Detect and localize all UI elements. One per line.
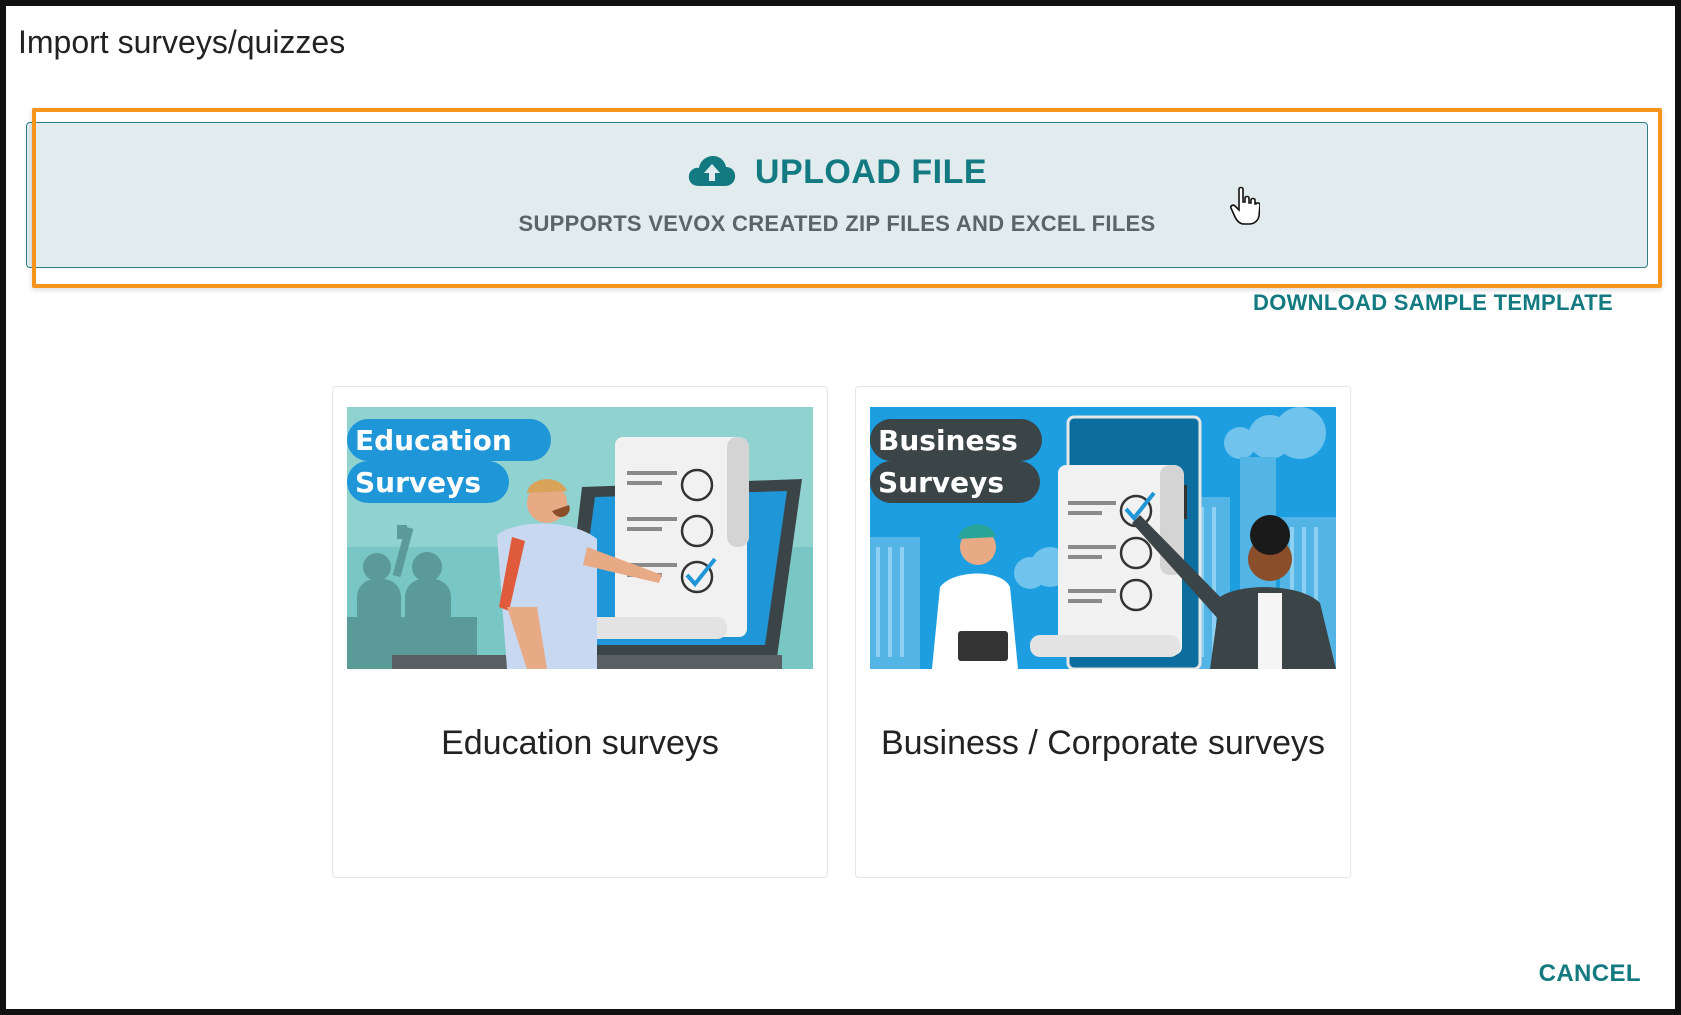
hand-cursor-icon [1230,186,1261,226]
education-surveys-label: Education surveys [441,724,719,762]
education-surveys-illustration: Education Surveys [347,407,813,669]
dialog-title: Import surveys/quizzes [18,24,346,60]
education-banner-line1: Education [355,424,512,457]
business-surveys-illustration: Business Surveys [870,407,1336,669]
business-corporate-surveys-label: Business / Corporate surveys [880,724,1326,762]
business-corporate-surveys-card[interactable]: Business Surveys Business / Corporate su… [855,386,1351,878]
education-banner-line2: Surveys [355,466,481,499]
business-banner-line2: Surveys [878,466,1004,499]
highlight-frame [32,108,1662,288]
business-banner-line1: Business [878,424,1018,457]
education-surveys-card[interactable]: Education Surveys Education surveys [332,386,828,878]
cancel-button[interactable]: CANCEL [1539,960,1641,988]
import-dialog: Import surveys/quizzes UPLOAD FILE SUPPO… [0,0,1681,1015]
download-sample-template-link[interactable]: DOWNLOAD SAMPLE TEMPLATE [1253,290,1613,316]
